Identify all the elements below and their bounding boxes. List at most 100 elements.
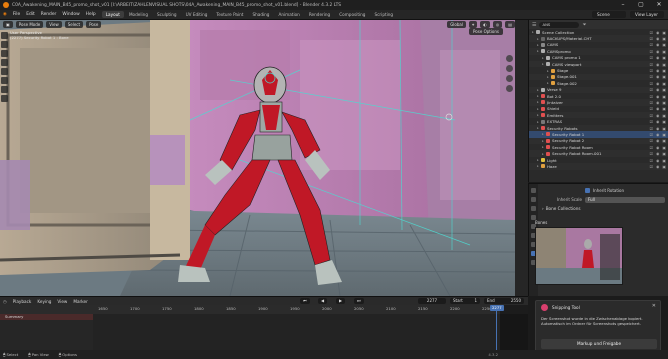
camera-icon[interactable]: ▣ [662, 87, 666, 92]
eye-icon[interactable]: ◉ [656, 126, 659, 131]
move-tool-icon[interactable] [1, 50, 8, 57]
eye-icon[interactable]: ◉ [656, 68, 659, 73]
workspace-tab-scripting[interactable]: Scripting [370, 11, 397, 18]
cursor-tool-icon[interactable] [1, 41, 8, 48]
eye-icon[interactable]: ◉ [656, 42, 659, 47]
filter-icon[interactable]: ⏷ [582, 22, 586, 28]
menu-render[interactable]: Render [41, 12, 57, 17]
eye-icon[interactable]: ◉ [656, 94, 659, 99]
scene-selector[interactable]: Scene [592, 11, 626, 18]
view-layer-selector[interactable]: View Layer [630, 11, 664, 18]
camera-icon[interactable]: ▣ [662, 132, 666, 137]
annotate-tool-icon[interactable] [1, 86, 8, 93]
eye-icon[interactable]: ◉ [656, 36, 659, 41]
bone-collections-panel-header[interactable]: › Bone Collections [542, 204, 665, 212]
timeline-menu-view[interactable]: View [57, 299, 67, 304]
checkbox-icon[interactable]: ☑ [650, 106, 653, 111]
eye-icon[interactable]: ◉ [656, 74, 659, 79]
blender-menu-icon[interactable]: ◉ [3, 12, 7, 17]
playhead-frame-label[interactable]: 2277 [490, 305, 504, 311]
playhead[interactable] [496, 305, 497, 350]
menu-window[interactable]: Window [62, 12, 79, 17]
ortho-toggle-icon[interactable] [506, 85, 513, 92]
3d-viewport[interactable]: ▣ Pose Mode View Select Pose Global ⌖ ◐ … [0, 20, 515, 296]
eye-icon[interactable]: ◉ [656, 49, 659, 54]
transform-tool-icon[interactable] [1, 77, 8, 84]
start-frame-field[interactable]: Start 1 [450, 298, 480, 304]
workspace-tab-rendering[interactable]: Rendering [305, 11, 334, 18]
markup-share-button[interactable]: Markup und Freigabe [541, 339, 657, 349]
checkbox-icon[interactable]: ☑ [650, 42, 653, 47]
checkbox-icon[interactable]: ☑ [650, 164, 653, 169]
tool-tab-icon[interactable] [531, 188, 536, 193]
close-window-button[interactable]: ✕ [650, 0, 668, 10]
checkbox-icon[interactable]: ☑ [650, 81, 653, 86]
timeline-menu-playback[interactable]: Playback [13, 299, 32, 304]
output-tab-icon[interactable] [531, 206, 536, 211]
camera-view-icon[interactable] [506, 75, 513, 82]
eye-icon[interactable]: ◉ [656, 81, 659, 86]
maximize-button[interactable]: ▢ [632, 0, 650, 10]
camera-icon[interactable]: ▣ [662, 62, 666, 67]
eye-icon[interactable]: ◉ [656, 62, 659, 67]
checkbox-icon[interactable]: ☑ [650, 55, 653, 60]
eye-icon[interactable]: ◉ [656, 30, 659, 35]
workspace-tab-uv-editing[interactable]: UV Editing [182, 11, 212, 18]
checkbox-icon[interactable]: ☑ [650, 113, 653, 118]
pan-icon[interactable] [506, 65, 513, 72]
checkbox-icon[interactable]: ☑ [650, 74, 653, 79]
scale-tool-icon[interactable] [1, 68, 8, 75]
camera-icon[interactable]: ▣ [662, 100, 666, 105]
inherit-rotation-checkbox[interactable] [585, 188, 590, 193]
workspace-tab-sculpting[interactable]: Sculpting [153, 11, 181, 18]
mode-dropdown[interactable]: Pose Mode [15, 21, 44, 28]
timeline-editor-icon[interactable]: ◷ [3, 299, 7, 304]
viewport-menu-view[interactable]: View [46, 21, 62, 28]
editor-type-icon[interactable]: ▣ [3, 21, 13, 28]
camera-icon[interactable]: ▣ [662, 158, 666, 163]
render-tab-icon[interactable] [531, 197, 536, 202]
timeline-menu-marker[interactable]: Marker [73, 299, 87, 304]
snap-icon[interactable]: ⌖ [468, 21, 478, 28]
checkbox-icon[interactable]: ☑ [650, 151, 653, 156]
checkbox-icon[interactable]: ☑ [650, 68, 653, 73]
eye-icon[interactable]: ◉ [656, 106, 659, 111]
menu-help[interactable]: Help [86, 12, 96, 17]
camera-icon[interactable]: ▣ [662, 106, 666, 111]
checkbox-icon[interactable]: ☑ [650, 100, 653, 105]
checkbox-icon[interactable]: ☑ [650, 138, 653, 143]
camera-icon[interactable]: ▣ [662, 119, 666, 124]
camera-icon[interactable]: ▣ [662, 145, 666, 150]
eye-icon[interactable]: ◉ [656, 138, 659, 143]
camera-icon[interactable]: ▣ [662, 55, 666, 60]
timeline-ruler[interactable]: 1650 1700 1750 1800 1850 1900 1950 2000 2050 2100… [0, 305, 528, 314]
checkbox-icon[interactable]: ☑ [650, 145, 653, 150]
camera-icon[interactable]: ▣ [662, 49, 666, 54]
viewport-shading-icon[interactable]: ◐ [480, 21, 490, 28]
eye-icon[interactable]: ◉ [656, 145, 659, 150]
pose-options-button[interactable]: Pose Options [469, 28, 503, 35]
play-reverse-icon[interactable]: ◀ [318, 298, 328, 304]
timeline-menu-keying[interactable]: Keying [37, 299, 51, 304]
workspace-tab-animation[interactable]: Animation [274, 11, 303, 18]
overlay-icon[interactable]: ◎ [492, 21, 503, 28]
viewport-menu-pose[interactable]: Pose [86, 21, 102, 28]
camera-icon[interactable]: ▣ [662, 81, 666, 86]
checkbox-icon[interactable]: ☑ [650, 87, 653, 92]
checkbox-icon[interactable]: ☑ [650, 126, 653, 131]
eye-icon[interactable]: ◉ [656, 87, 659, 92]
camera-icon[interactable]: ▣ [662, 42, 666, 47]
camera-icon[interactable]: ▣ [662, 94, 666, 99]
checkbox-icon[interactable]: ☑ [650, 119, 653, 124]
camera-icon[interactable]: ▣ [662, 164, 666, 169]
viewport-menu-select[interactable]: Select [64, 21, 84, 28]
jump-to-start-icon[interactable]: ⏮ [300, 298, 310, 304]
select-tool-icon[interactable] [1, 32, 8, 39]
eye-icon[interactable]: ◉ [656, 113, 659, 118]
eye-icon[interactable]: ◉ [656, 158, 659, 163]
checkbox-icon[interactable]: ☑ [650, 132, 653, 137]
workspace-tab-modeling[interactable]: Modeling [125, 11, 152, 18]
workspace-tab-texture-paint[interactable]: Texture Paint [212, 11, 247, 18]
checkbox-icon[interactable]: ☑ [650, 94, 653, 99]
transform-orientation-dropdown[interactable]: Global [447, 21, 466, 28]
